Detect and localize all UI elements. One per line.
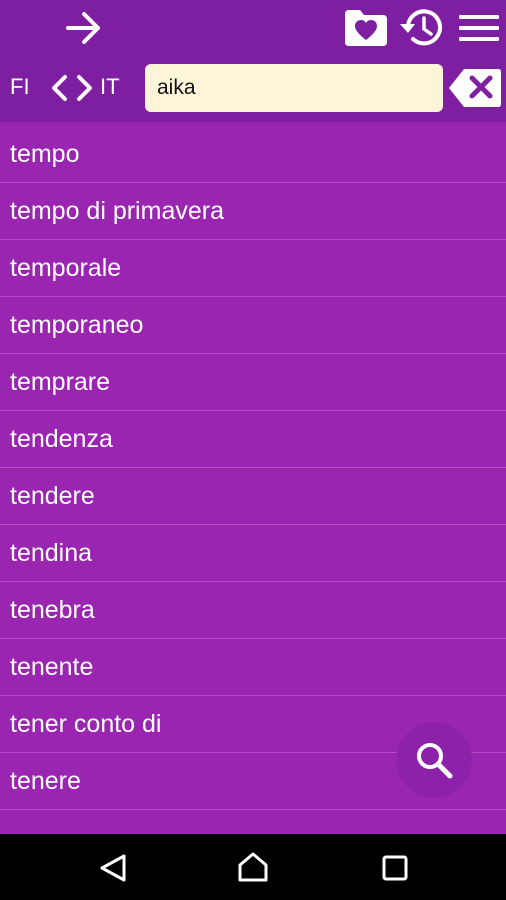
back-triangle-icon bbox=[100, 854, 126, 882]
home-icon bbox=[238, 852, 268, 882]
target-language[interactable]: IT bbox=[100, 74, 120, 100]
search-input[interactable] bbox=[145, 64, 443, 112]
list-item[interactable]: temporale bbox=[0, 240, 506, 297]
list-item[interactable]: temporaneo bbox=[0, 297, 506, 354]
nav-recent-apps-button[interactable] bbox=[380, 853, 410, 883]
swap-languages-button[interactable] bbox=[48, 71, 96, 105]
dictionary-app: FI IT tempo tempo di primavera temporale… bbox=[0, 0, 506, 900]
source-language[interactable]: FI bbox=[10, 74, 30, 100]
list-item[interactable]: tenebra bbox=[0, 582, 506, 639]
recent-apps-icon bbox=[382, 855, 408, 881]
heart-folder-icon bbox=[345, 10, 387, 46]
list-item[interactable] bbox=[0, 810, 506, 834]
history-button[interactable] bbox=[398, 6, 446, 50]
list-item[interactable]: tempo di primavera bbox=[0, 183, 506, 240]
search-fab-button[interactable] bbox=[396, 722, 472, 798]
language-search-row: FI IT bbox=[0, 62, 506, 116]
arrow-right-icon bbox=[66, 12, 100, 44]
forward-button[interactable] bbox=[62, 8, 106, 48]
list-item[interactable]: tendenza bbox=[0, 411, 506, 468]
search-icon bbox=[417, 743, 453, 779]
list-item[interactable]: tenente bbox=[0, 639, 506, 696]
hamburger-menu-icon bbox=[459, 15, 499, 41]
top-toolbar: FI IT bbox=[0, 0, 506, 122]
list-item[interactable]: tempo bbox=[0, 126, 506, 183]
chevron-left-right-icon bbox=[52, 75, 92, 101]
list-item[interactable]: temprare bbox=[0, 354, 506, 411]
list-item[interactable]: tendina bbox=[0, 525, 506, 582]
android-nav-bar bbox=[0, 834, 506, 900]
nav-back-button[interactable] bbox=[98, 852, 130, 884]
clear-search-button[interactable] bbox=[448, 67, 502, 109]
nav-home-button[interactable] bbox=[236, 850, 270, 884]
backspace-x-icon bbox=[449, 69, 501, 107]
favorites-button[interactable] bbox=[342, 6, 390, 48]
menu-button[interactable] bbox=[456, 8, 502, 48]
history-clock-icon bbox=[400, 9, 442, 46]
list-item[interactable]: tendere bbox=[0, 468, 506, 525]
